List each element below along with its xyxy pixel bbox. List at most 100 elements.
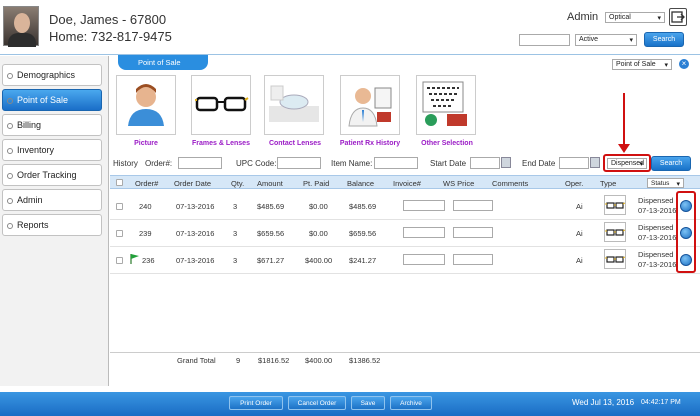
save-button[interactable]: Save [351, 396, 385, 410]
patient-header: Doe, James - 67800 Home: 732-817-9475 Ad… [0, 0, 700, 55]
upc-code-input[interactable] [277, 157, 321, 169]
tile-other-selection[interactable] [416, 75, 476, 135]
header-search-button[interactable]: Search [644, 32, 684, 47]
close-icon[interactable]: × [679, 59, 689, 69]
operator: Ai [576, 202, 583, 211]
col-ws-price[interactable]: WS Price [443, 179, 474, 188]
end-date-label: End Date [522, 159, 556, 168]
dispensed-select[interactable]: Dispensed [607, 158, 647, 169]
status-date: 07-13-2016 [638, 260, 677, 269]
order-date: 07-13-2016 [176, 256, 215, 265]
total-amount: $1816.52 [258, 356, 290, 365]
pt-paid: $0.00 [309, 202, 328, 211]
col-order-date[interactable]: Order Date [174, 179, 211, 188]
status-date: 07-13-2016 [638, 206, 677, 215]
tile-label-other-selection: Other Selection [421, 140, 473, 147]
filter-search-button[interactable]: Search [651, 156, 691, 171]
calendar-icon[interactable] [501, 157, 511, 168]
table-row[interactable]: 240 07-13-2016 3 $485.69 $0.00 $485.69 A… [110, 193, 700, 220]
sidebar: Demographics Point of Sale Billing Inven… [0, 56, 109, 386]
sidebar-item-point-of-sale[interactable]: Point of Sale [2, 89, 102, 111]
ws-price-input[interactable] [453, 227, 493, 238]
sidebar-item-order-tracking[interactable]: Order Tracking [2, 164, 102, 186]
ws-price-input[interactable] [453, 254, 493, 265]
tab-point-of-sale[interactable]: Point of Sale [118, 55, 208, 70]
qty: 3 [233, 256, 238, 265]
order-number: 236 [142, 256, 155, 265]
col-order[interactable]: Order# [135, 179, 158, 188]
item-name-label: Item Name: [331, 159, 373, 168]
divider [110, 352, 700, 353]
sidebar-item-demographics[interactable]: Demographics [2, 64, 102, 86]
col-qty[interactable]: Qty. [231, 179, 244, 188]
eye-chart-icon [422, 81, 467, 126]
row-checkbox[interactable] [116, 203, 123, 210]
row-checkbox[interactable] [116, 230, 123, 237]
invoice-input[interactable] [403, 200, 445, 211]
balance: $485.69 [349, 202, 377, 211]
total-paid: $400.00 [305, 356, 333, 365]
table-row[interactable]: 239 07-13-2016 3 $659.56 $0.00 $659.56 A… [110, 220, 700, 247]
tile-label-picture: Picture [134, 140, 158, 147]
pt-paid: $400.00 [305, 256, 333, 265]
col-oper[interactable]: Oper. [565, 179, 583, 188]
qty: 3 [233, 229, 238, 238]
tile-contact-lenses[interactable] [264, 75, 324, 135]
col-type[interactable]: Type [600, 179, 616, 188]
export-icon[interactable] [669, 8, 687, 26]
tile-picture[interactable] [116, 75, 176, 135]
archive-button[interactable]: Archive [390, 396, 432, 410]
footer-date: Wed Jul 13, 2016 [572, 398, 635, 407]
admin-label: Admin [567, 11, 599, 23]
calendar-icon[interactable] [590, 157, 600, 168]
total-qty: 9 [236, 356, 241, 365]
contact-lens-icon [269, 85, 319, 122]
col-invoice[interactable]: Invoice# [393, 179, 421, 188]
header-search-input[interactable] [519, 34, 570, 46]
order-date: 07-13-2016 [176, 229, 215, 238]
doctor-icon [348, 87, 392, 127]
tile-frames-lenses[interactable] [191, 75, 251, 135]
sidebar-item-inventory[interactable]: Inventory [2, 139, 102, 161]
table-row[interactable]: 236 07-13-2016 3 $671.27 $400.00 $241.27… [110, 247, 700, 274]
tile-patient-rx-history[interactable] [340, 75, 400, 135]
order-number-label: Order#: [145, 159, 173, 168]
glasses-icon [604, 222, 626, 242]
ws-price-input[interactable] [453, 200, 493, 211]
balance: $241.27 [349, 256, 377, 265]
start-date-label: Start Date [430, 159, 467, 168]
sidebar-item-reports[interactable]: Reports [2, 214, 102, 236]
order-number-input[interactable] [178, 157, 222, 169]
status-select[interactable]: Active [575, 34, 637, 46]
cancel-order-button[interactable]: Cancel Order [288, 396, 346, 410]
col-balance[interactable]: Balance [347, 179, 374, 188]
footer-time: 04:42:17 PM [641, 399, 681, 406]
sidebar-item-admin[interactable]: Admin [2, 189, 102, 211]
view-select[interactable]: Point of Sale [612, 59, 672, 70]
col-pt-paid[interactable]: Pt. Paid [303, 179, 329, 188]
end-date-input[interactable] [559, 157, 589, 169]
table-header: Order# Order Date Qty. Amount Pt. Paid B… [110, 175, 700, 189]
order-number: 240 [139, 202, 152, 211]
status-text: Dispensed [638, 223, 674, 232]
annotation-arrow [623, 93, 625, 145]
status-text: Dispensed [638, 250, 674, 259]
start-date-input[interactable] [470, 157, 500, 169]
item-name-input[interactable] [374, 157, 418, 169]
print-order-button[interactable]: Print Order [229, 396, 283, 410]
invoice-input[interactable] [403, 254, 445, 265]
flag-icon [130, 253, 140, 267]
order-date: 07-13-2016 [176, 202, 215, 211]
select-all-checkbox[interactable] [116, 179, 123, 186]
row-checkbox[interactable] [116, 257, 123, 264]
person-icon [128, 84, 164, 126]
col-comments[interactable]: Comments [492, 179, 528, 188]
col-amount[interactable]: Amount [257, 179, 283, 188]
sidebar-item-billing[interactable]: Billing [2, 114, 102, 136]
tile-label-patient-rx-history: Patient Rx History [339, 140, 401, 147]
amount: $659.56 [257, 229, 285, 238]
location-select[interactable]: Optical [605, 12, 665, 23]
invoice-input[interactable] [403, 227, 445, 238]
operator: Ai [576, 229, 583, 238]
status-column-select[interactable]: Status [647, 178, 684, 188]
